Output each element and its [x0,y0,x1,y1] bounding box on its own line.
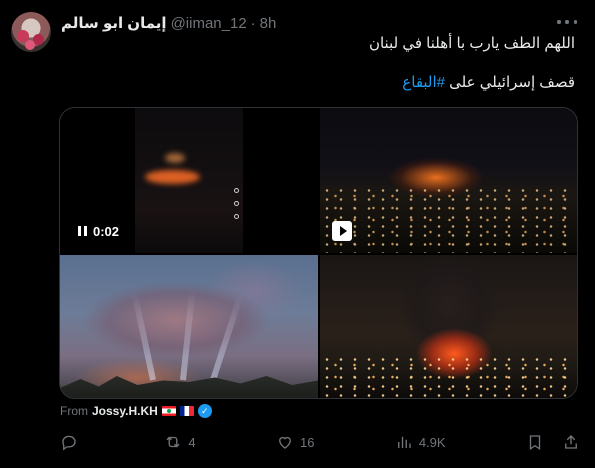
source-name[interactable]: Jossy.H.KH [92,404,158,418]
light-beam [180,290,196,381]
city-lights [320,355,577,398]
media-image-smoke-plume[interactable] [60,255,318,398]
action-bar: 4 16 4.9K [60,432,580,452]
repost-icon [166,436,180,448]
france-flag-icon [179,406,194,416]
like-button[interactable]: 16 [276,433,314,451]
separator: · [250,14,256,32]
lebanon-flag-icon [161,406,176,416]
attribution: From Jossy.H.KH ✓ [60,403,212,419]
video-frame [135,108,243,253]
video-timer[interactable]: 0:02 [72,220,126,242]
fire-glow [145,170,200,184]
repost-button[interactable]: 4 [164,433,196,451]
views-chart-icon [397,436,411,448]
play-icon[interactable] [332,221,352,241]
more-options-icon[interactable] [557,14,577,30]
media-grid: 0:02 [59,107,578,399]
reply-button[interactable] [60,433,84,451]
bookmark-button[interactable] [526,433,544,451]
avatar-flower [25,40,35,50]
tweet-text-line: قصف إسرائيلي على #البقاع [61,73,575,93]
like-count: 16 [299,434,315,450]
video-side-icons [232,188,240,219]
tweet-text-line: اللهم الطف يارب با أهلنا في لبنان [368,35,575,52]
fire-glow [165,153,185,163]
views-button[interactable]: 4.9K [395,433,446,451]
video-time: 0:02 [93,223,120,239]
video-thumbnail[interactable]: 0:02 [60,108,318,253]
share-icon [565,435,577,449]
tweet-text: اللهم الطف يارب با أهلنا في لبنان قصف إس… [61,34,575,112]
handle[interactable]: @iiman_12 [171,15,247,32]
light-beam [131,291,156,381]
view-count: 4.9K [418,434,446,450]
repost-count: 4 [188,434,196,450]
display-name[interactable]: إيمان ابو سالم [61,14,167,32]
verified-badge-icon: ✓ [197,404,212,418]
city-lights [320,186,577,253]
media-image-night-city[interactable] [320,108,577,253]
pause-icon[interactable] [78,226,87,236]
avatar[interactable] [11,12,51,52]
share-button[interactable] [562,433,580,451]
from-label: From [60,404,88,418]
bookmark-icon [529,435,541,451]
media-image-fire[interactable] [320,255,577,398]
tweet-text-prefix: قصف إسرائيلي على [445,74,575,91]
tree-line [60,376,318,398]
tweet-header: إيمان ابو سالم @iiman_12 · 8h [61,13,535,33]
hashtag-link[interactable]: #البقاع [402,74,445,91]
timestamp[interactable]: 8h [260,15,277,32]
heart-icon [279,436,291,449]
light-beam [210,293,244,381]
reply-icon [62,435,76,451]
